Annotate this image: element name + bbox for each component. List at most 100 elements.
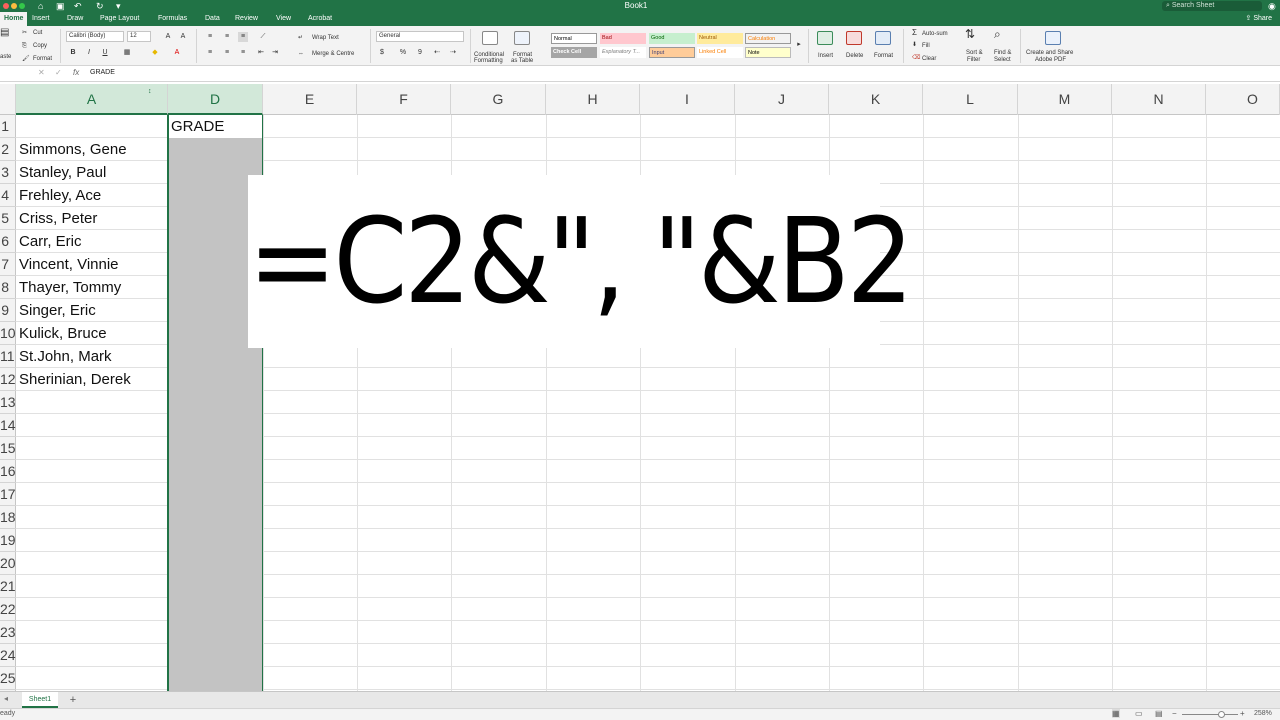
cut-icon[interactable]: ✂ — [22, 29, 27, 37]
align-center-icon[interactable]: ≡ — [222, 48, 232, 58]
row-header[interactable]: 19 — [0, 529, 16, 552]
row-header[interactable]: 4 — [0, 184, 16, 207]
sort-filter-icon[interactable]: ⇅ — [965, 28, 975, 40]
zoom-level[interactable]: 258% — [1254, 710, 1272, 717]
format-cells-icon[interactable] — [875, 31, 891, 45]
column-header-o[interactable]: O — [1206, 84, 1280, 115]
zoom-out-icon[interactable]: − — [1172, 709, 1177, 718]
undo-icon[interactable]: ↶ — [74, 0, 82, 12]
close-window-button[interactable] — [3, 3, 9, 9]
confirm-formula-icon[interactable]: ✓ — [55, 68, 62, 77]
style-normal[interactable]: Normal — [551, 33, 597, 44]
normal-view-icon[interactable]: ▦ — [1112, 709, 1120, 718]
row-header[interactable]: 17 — [0, 483, 16, 506]
function-icon[interactable]: fx — [73, 68, 79, 77]
cell-a3[interactable]: Stanley, Paul — [19, 161, 106, 184]
comma-button[interactable]: 9 — [415, 48, 425, 58]
tab-formulas[interactable]: Formulas — [154, 12, 191, 26]
conditional-formatting-label-2[interactable]: Formatting — [474, 57, 503, 65]
zoom-slider-thumb[interactable] — [1218, 711, 1225, 718]
customize-toolbar-icon[interactable]: ▾ — [116, 0, 121, 12]
tab-home[interactable]: Home — [0, 12, 28, 26]
conditional-formatting-icon[interactable] — [482, 31, 498, 45]
font-size-select[interactable]: 12 — [127, 31, 151, 42]
increase-indent-icon[interactable]: ⇥ — [270, 48, 280, 58]
page-layout-view-icon[interactable]: ▭ — [1135, 709, 1143, 718]
increase-decimal-icon[interactable]: ⇠ — [432, 48, 442, 58]
orientation-icon[interactable]: ⟋ — [258, 32, 268, 42]
find-select-label-2[interactable]: Select — [994, 56, 1011, 64]
row-header[interactable]: 14 — [0, 414, 16, 437]
column-header-d[interactable]: D — [168, 84, 263, 115]
row-header[interactable]: 24 — [0, 644, 16, 667]
create-share-label-2[interactable]: Adobe PDF — [1035, 56, 1066, 64]
home-icon[interactable]: ⌂ — [38, 0, 43, 12]
sheet-tab-sheet1[interactable]: Sheet1 — [22, 692, 58, 708]
insert-cells-icon[interactable] — [817, 31, 833, 45]
wrap-text-button[interactable]: Wrap Text — [312, 34, 339, 42]
decrease-decimal-icon[interactable]: ⇢ — [448, 48, 458, 58]
font-color-icon[interactable]: A — [172, 48, 182, 58]
copy-label[interactable]: Copy — [33, 42, 47, 50]
row-header[interactable]: 15 — [0, 437, 16, 460]
row-header[interactable]: 12 — [0, 368, 16, 391]
tab-view[interactable]: View — [272, 12, 295, 26]
copy-icon[interactable]: ⎘ — [22, 42, 27, 50]
delete-cells-label[interactable]: Delete — [846, 52, 863, 60]
row-header[interactable]: 20 — [0, 552, 16, 575]
row-header[interactable]: 10 — [0, 322, 16, 345]
redo-icon[interactable]: ↻ — [96, 0, 104, 12]
row-header[interactable]: 11 — [0, 345, 16, 368]
zoom-slider[interactable] — [1182, 714, 1238, 715]
maximize-window-button[interactable] — [19, 3, 25, 9]
percent-button[interactable]: % — [398, 48, 408, 58]
number-format-select[interactable]: General — [376, 31, 464, 42]
row-header[interactable]: 16 — [0, 460, 16, 483]
column-header-n[interactable]: N — [1112, 84, 1206, 115]
column-header-a[interactable]: A — [16, 84, 168, 115]
format-as-table-icon[interactable] — [514, 31, 530, 45]
column-header-f[interactable]: F — [357, 84, 451, 115]
format-cells-label[interactable]: Format — [874, 52, 893, 60]
delete-cells-icon[interactable] — [846, 31, 862, 45]
style-note[interactable]: Note — [745, 47, 791, 58]
format-painter-icon[interactable]: 🖌 — [22, 55, 30, 63]
format-painter-label[interactable]: Format — [33, 55, 52, 63]
formula-input[interactable]: GRADE — [90, 69, 115, 76]
cell-a5[interactable]: Criss, Peter — [19, 207, 97, 230]
fill-label[interactable]: Fill — [922, 42, 930, 50]
row-header[interactable]: 8 — [0, 276, 16, 299]
cell-a11[interactable]: St.John, Mark — [19, 345, 112, 368]
fill-color-icon[interactable]: ◆ — [150, 48, 160, 58]
row-header[interactable]: 6 — [0, 230, 16, 253]
scroll-sheets-icon[interactable]: ◂ — [4, 694, 8, 703]
align-top-icon[interactable]: ≡ — [205, 32, 215, 42]
page-break-view-icon[interactable]: ▤ — [1155, 709, 1163, 718]
tab-page-layout[interactable]: Page Layout — [96, 12, 143, 26]
column-header-m[interactable]: M — [1018, 84, 1112, 115]
cell-a6[interactable]: Carr, Eric — [19, 230, 82, 253]
save-icon[interactable]: ▣ — [56, 0, 65, 12]
style-linked-cell[interactable]: Linked Cell — [697, 47, 743, 58]
row-header[interactable]: 21 — [0, 575, 16, 598]
style-input[interactable]: Input — [649, 47, 695, 58]
paste-label[interactable]: aste — [0, 53, 11, 61]
clear-icon[interactable]: ⌫ — [912, 54, 920, 62]
tab-acrobat[interactable]: Acrobat — [304, 12, 336, 26]
cell-a2[interactable]: Simmons, Gene — [19, 138, 127, 161]
autosum-icon[interactable]: Σ — [912, 29, 917, 37]
row-header[interactable]: 18 — [0, 506, 16, 529]
underline-button[interactable]: U — [100, 48, 110, 58]
style-neutral[interactable]: Neutral — [697, 33, 743, 44]
row-header[interactable]: 3 — [0, 161, 16, 184]
style-bad[interactable]: Bad — [600, 33, 646, 44]
column-header-e[interactable]: E — [263, 84, 357, 115]
add-sheet-button[interactable]: + — [66, 692, 80, 708]
align-middle-icon[interactable]: ≡ — [222, 32, 232, 42]
row-header[interactable]: 5 — [0, 207, 16, 230]
column-header-k[interactable]: K — [829, 84, 923, 115]
name-box[interactable] — [0, 68, 30, 79]
row-header[interactable]: 23 — [0, 621, 16, 644]
decrease-indent-icon[interactable]: ⇤ — [256, 48, 266, 58]
sort-filter-label-2[interactable]: Filter — [967, 56, 980, 64]
